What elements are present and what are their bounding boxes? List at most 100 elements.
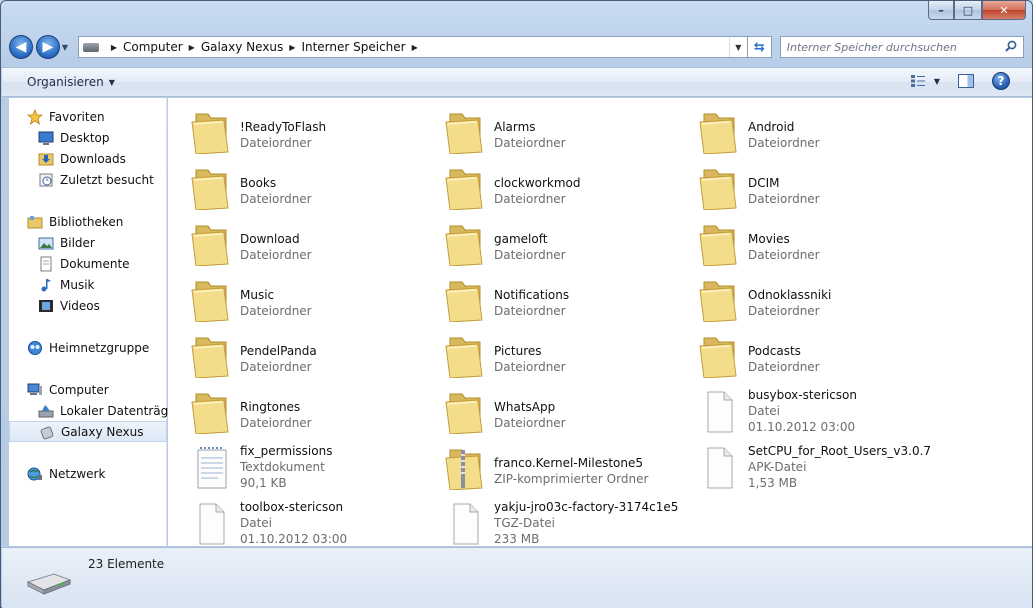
file-name: yakju-jro03c-factory-3174c1e5 xyxy=(494,500,679,514)
file-tile[interactable]: SetCPU_for_Root_Users_v3.0.7 APK-Datei 1,5… xyxy=(676,440,931,490)
file-type: Dateiordner xyxy=(240,304,312,318)
folder-icon xyxy=(696,332,740,379)
nav-item-label: Musik xyxy=(60,277,95,292)
breadcrumb-computer[interactable]: Computer xyxy=(123,40,183,54)
nav-item-local-disk[interactable]: Lokaler Datenträger xyxy=(9,400,181,421)
forward-arrow-icon: ▶ xyxy=(42,39,54,55)
file-tile[interactable]: Books Dateiordner xyxy=(168,160,418,211)
chevron-right-icon[interactable]: ▶ xyxy=(412,43,418,52)
refresh-button[interactable]: ⇆ xyxy=(747,36,772,58)
file-name: franco.Kernel-Milestone5 xyxy=(494,456,644,470)
file-tile[interactable]: Odnoklassniki Dateiordner xyxy=(676,272,926,323)
file-type: Dateiordner xyxy=(748,192,820,206)
search-icon[interactable] xyxy=(1005,40,1017,52)
maximize-button[interactable]: □ xyxy=(954,1,982,20)
nav-item-pictures[interactable]: Bilder xyxy=(9,232,167,253)
chevron-right-icon[interactable]: ▶ xyxy=(289,43,295,52)
search-box[interactable] xyxy=(779,36,1025,58)
nav-item-galaxy-nexus[interactable]: Galaxy Nexus xyxy=(9,421,167,442)
item-count: 23 Elemente xyxy=(88,557,165,571)
breadcrumb-galaxy-nexus[interactable]: Galaxy Nexus xyxy=(201,40,283,54)
computer-icon xyxy=(27,383,42,395)
help-button[interactable]: ? xyxy=(992,72,1010,90)
file-tile[interactable]: !ReadyToFlash Dateiordner xyxy=(168,104,418,155)
file-list: !ReadyToFlash Dateiordner Alarms Dateiordne… xyxy=(168,98,1032,546)
recent-pages-dropdown[interactable]: ▼ xyxy=(62,43,72,52)
file-icon xyxy=(696,444,740,490)
nav-libraries-label: Bibliotheken xyxy=(49,214,124,229)
nav-item-music[interactable]: Musik xyxy=(9,274,167,295)
organize-label: Organisieren xyxy=(27,75,104,89)
nav-favorites[interactable]: Favoriten xyxy=(9,106,167,127)
file-icon xyxy=(188,500,232,546)
file-meta: 1,53 MB xyxy=(748,476,798,490)
file-name: clockworkmod xyxy=(494,176,581,190)
change-view-button[interactable]: ▼ xyxy=(910,74,940,88)
pictures-library-icon xyxy=(38,237,54,249)
file-name: !ReadyToFlash xyxy=(240,120,327,134)
text-document-icon xyxy=(188,444,232,490)
chevron-down-icon: ▼ xyxy=(933,76,940,86)
nav-homegroup[interactable]: Heimnetzgruppe xyxy=(9,337,167,358)
nav-item-recent-places[interactable]: Zuletzt besucht xyxy=(9,169,167,190)
file-tile[interactable]: Download Dateiordner xyxy=(168,216,418,267)
file-tile[interactable]: Android Dateiordner xyxy=(676,104,926,155)
organize-button[interactable]: Organisieren ▼ xyxy=(27,75,115,89)
nav-item-desktop[interactable]: Desktop xyxy=(9,127,167,148)
minimize-button[interactable]: – xyxy=(928,1,954,20)
file-tile[interactable]: Music Dateiordner xyxy=(168,272,418,323)
nav-network-label: Netzwerk xyxy=(49,466,106,481)
file-tile[interactable]: busybox-stericson Datei 01.10.2012 03:00 xyxy=(676,384,926,434)
address-history-dropdown[interactable]: ▼ xyxy=(728,37,747,57)
status-bar: 23 Elemente xyxy=(2,547,1032,608)
file-tile[interactable]: Movies Dateiordner xyxy=(676,216,926,267)
file-tile[interactable]: WhatsApp Dateiordner xyxy=(422,384,672,435)
file-tile[interactable]: PendelPanda Dateiordner xyxy=(168,328,418,379)
file-tile[interactable]: gameloft Dateiordner xyxy=(422,216,672,267)
local-disk-icon xyxy=(38,404,54,417)
file-type: Datei xyxy=(748,404,781,418)
file-tile[interactable]: Notifications Dateiordner xyxy=(422,272,672,323)
recent-places-icon xyxy=(39,173,53,186)
navigation-row: ◀ ▶ ▼ ▶ Computer ▶ Galaxy Nexus ▶ Intern… xyxy=(9,33,1025,61)
file-tile[interactable]: Podcasts Dateiordner xyxy=(676,328,926,379)
nav-item-videos[interactable]: Videos xyxy=(9,295,167,316)
file-tile[interactable]: Alarms Dateiordner xyxy=(422,104,672,155)
view-tiles-icon xyxy=(910,75,925,87)
folder-icon xyxy=(696,220,740,267)
file-tile[interactable]: franco.Kernel-Milestone5 ZIP-komprimierte… xyxy=(422,440,672,491)
desktop-icon xyxy=(38,131,54,145)
file-type: Datei xyxy=(240,516,273,530)
nav-item-documents[interactable]: Dokumente xyxy=(9,253,167,274)
file-type: Dateiordner xyxy=(494,136,566,150)
folder-icon xyxy=(188,220,232,267)
file-type: Dateiordner xyxy=(240,248,312,262)
preview-pane-button[interactable] xyxy=(958,74,974,88)
file-tile[interactable]: fix_permissions Textdokument 90,1 KB xyxy=(168,440,418,490)
address-bar[interactable]: ▶ Computer ▶ Galaxy Nexus ▶ Interner Spe… xyxy=(77,36,748,58)
nav-item-downloads[interactable]: Downloads xyxy=(9,148,167,169)
nav-libraries[interactable]: Bibliotheken xyxy=(9,211,167,232)
nav-network[interactable]: Netzwerk xyxy=(9,463,167,484)
file-tile[interactable]: toolbox-stericson Datei 01.10.2012 03:00 xyxy=(168,496,418,546)
file-tile[interactable]: DCIM Dateiordner xyxy=(676,160,926,211)
file-tile[interactable]: yakju-jro03c-factory-3174c1e5 TGZ-Datei 23… xyxy=(422,496,678,546)
file-type: Dateiordner xyxy=(240,360,312,374)
chevron-right-icon[interactable]: ▶ xyxy=(111,43,117,52)
chevron-right-icon[interactable]: ▶ xyxy=(189,43,195,52)
forward-button[interactable]: ▶ xyxy=(35,35,60,59)
file-type: Textdokument xyxy=(240,460,325,474)
folder-icon xyxy=(442,276,486,323)
file-tile[interactable]: Ringtones Dateiordner xyxy=(168,384,418,435)
file-tile[interactable]: Pictures Dateiordner xyxy=(422,328,672,379)
search-input[interactable] xyxy=(786,40,987,54)
file-name: Alarms xyxy=(494,120,536,134)
close-button[interactable]: ✕ xyxy=(982,1,1026,20)
file-meta: 01.10.2012 03:00 xyxy=(240,532,348,546)
nav-item-label: Downloads xyxy=(60,151,126,166)
breadcrumb-internal-storage[interactable]: Interner Speicher xyxy=(301,40,405,54)
back-button[interactable]: ◀ xyxy=(9,35,33,59)
network-icon xyxy=(27,467,42,480)
nav-computer[interactable]: Computer xyxy=(9,379,167,400)
file-tile[interactable]: clockworkmod Dateiordner xyxy=(422,160,672,211)
